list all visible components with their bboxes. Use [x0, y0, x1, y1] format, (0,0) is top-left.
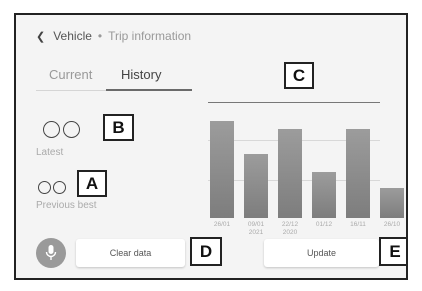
chart-bar [244, 153, 268, 218]
placeholder-digit [43, 121, 60, 138]
breadcrumb: ❮ Vehicle • Trip information [36, 29, 191, 43]
chart-bar [312, 171, 336, 218]
clear-data-button[interactable]: Clear data [76, 239, 185, 267]
callout-b: B [103, 114, 134, 141]
breadcrumb-separator: • [97, 29, 103, 43]
microphone-icon [45, 245, 57, 260]
breadcrumb-current: Trip information [108, 29, 192, 43]
update-button[interactable]: Update [264, 239, 379, 267]
callout-d: D [190, 237, 222, 266]
tab-history[interactable]: History [121, 67, 161, 82]
trip-info-screen: ❮ Vehicle • Trip information Current His… [14, 13, 408, 280]
tab-active-indicator [106, 89, 192, 91]
microphone-button[interactable] [36, 238, 66, 268]
chart-tick-label: 01/12 [315, 221, 333, 228]
chart-bar [278, 128, 302, 218]
callout-e: E [379, 237, 406, 266]
chart-bar [346, 128, 370, 218]
chart-bar [380, 187, 404, 218]
chart-bar [210, 121, 234, 218]
callout-c: C [284, 62, 314, 89]
chart-tick-label: 09/01 2021 [247, 221, 265, 236]
chart-tick-label: 16/11 [350, 221, 366, 228]
latest-label: Latest [36, 147, 64, 158]
chart-tick-label: 26/10 [383, 221, 401, 228]
chevron-left-icon[interactable]: ❮ [36, 30, 45, 43]
chart-tick-label: 26/01 [213, 221, 231, 228]
tab-current[interactable]: Current [49, 67, 92, 82]
placeholder-digit [38, 181, 51, 194]
callout-a: A [77, 170, 107, 197]
placeholder-digit [63, 121, 80, 138]
chart-tick-label: 22/12 2020 [281, 221, 299, 236]
chart-top-line [208, 102, 380, 103]
placeholder-digit [53, 181, 66, 194]
breadcrumb-parent[interactable]: Vehicle [53, 29, 92, 43]
previous-best-label: Previous best [36, 200, 97, 211]
